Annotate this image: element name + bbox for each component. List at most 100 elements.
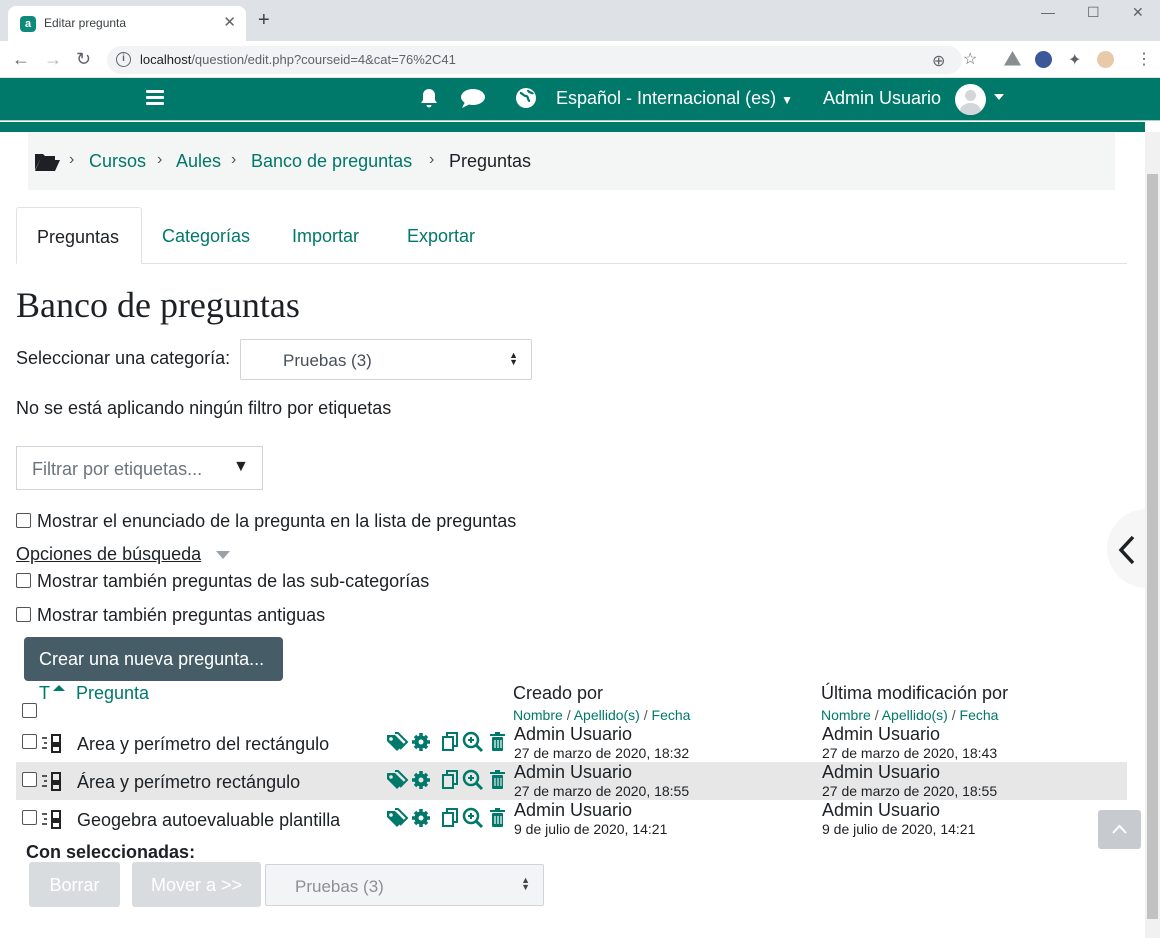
row-checkbox[interactable] (22, 734, 37, 749)
delete-trash-icon[interactable] (490, 732, 505, 751)
drive-extension-icon[interactable] (1004, 51, 1021, 66)
move-target-value: Pruebas (3) (295, 877, 384, 896)
duplicate-icon[interactable] (442, 808, 458, 827)
no-tag-filter-text: No se está aplicando ningún filtro por e… (16, 398, 392, 418)
separator: / (566, 707, 571, 723)
back-icon[interactable]: ← (12, 49, 30, 69)
forward-icon[interactable]: → (44, 49, 62, 69)
row-action-icons (387, 731, 505, 753)
minimize-icon[interactable]: — (1041, 4, 1055, 20)
page-scrollbar[interactable] (1145, 132, 1160, 938)
show-subcategories-checkbox[interactable] (16, 573, 31, 588)
user-menu-caret-icon[interactable] (994, 94, 1004, 100)
user-avatar[interactable] (955, 84, 986, 115)
expand-caret-icon[interactable] (216, 551, 230, 559)
sort-created-firstname[interactable]: Nombre (513, 707, 563, 723)
created-by-header: Creado por (513, 683, 604, 703)
sort-modified-firstname[interactable]: Nombre (821, 707, 871, 723)
show-question-text-checkbox[interactable] (16, 513, 31, 528)
language-globe-icon[interactable] (515, 87, 537, 115)
tab-exportar[interactable]: Exportar (387, 207, 495, 264)
close-tab-icon[interactable]: ✕ (223, 13, 236, 31)
sort-created-lastname[interactable]: Apellido(s) (574, 707, 640, 723)
question-name: Geogebra autoevaluable plantilla (77, 810, 341, 830)
delete-selected-button[interactable]: Borrar (29, 862, 120, 907)
maximize-icon[interactable]: ☐ (1087, 4, 1100, 21)
edit-gear-icon[interactable] (412, 771, 430, 789)
preview-zoom-icon[interactable] (462, 807, 484, 829)
menu-hamburger-icon[interactable] (146, 90, 164, 106)
extension-icon[interactable] (1035, 51, 1052, 68)
select-all-checkbox[interactable] (22, 703, 37, 718)
row-checkbox[interactable] (22, 772, 37, 787)
sort-type-header[interactable]: T (39, 683, 50, 704)
delete-trash-icon[interactable] (490, 808, 505, 827)
create-question-button[interactable]: Crear una nueva pregunta... (24, 637, 283, 681)
tab-preguntas[interactable]: Preguntas (16, 207, 142, 264)
sort-modified-date[interactable]: Fecha (960, 707, 999, 723)
folder-open-icon (34, 152, 60, 177)
scrollbar-thumb[interactable] (1147, 174, 1158, 919)
extensions-puzzle-icon[interactable]: ✦ (1068, 50, 1081, 70)
preview-zoom-icon[interactable] (462, 769, 484, 791)
profile-avatar-icon[interactable] (1097, 51, 1114, 68)
tags-icon[interactable] (387, 732, 409, 751)
edit-gear-icon[interactable] (412, 809, 430, 827)
created-by-name: Admin Usuario (514, 762, 633, 782)
browser-menu-icon[interactable]: ⋮ (1136, 49, 1152, 69)
tags-icon[interactable] (387, 808, 409, 827)
modified-by-name: Admin Usuario (822, 800, 941, 820)
tag-filter-input[interactable]: Filtrar por etiquetas... ▼ (16, 446, 263, 490)
close-window-icon[interactable]: ✕ (1132, 4, 1144, 21)
breadcrumb-separator-icon: › (429, 151, 435, 168)
row-checkbox[interactable] (22, 810, 37, 825)
sort-modified-lastname[interactable]: Apellido(s) (882, 707, 948, 723)
breadcrumb-item-banco[interactable]: Banco de preguntas (251, 151, 412, 172)
created-sort-links: Nombre / Apellido(s) / Fecha (513, 707, 690, 723)
table-row: Area y perímetro del rectángulo Admin Us… (16, 724, 1127, 762)
move-to-button[interactable]: Mover a >> (132, 862, 261, 907)
url-text: localhost/question/edit.php?courseid=4&c… (140, 52, 456, 67)
breadcrumb: › Cursos › Aules › Banco de preguntas › … (28, 132, 1115, 190)
question-type-icon (42, 772, 61, 791)
modified-date: 9 de julio de 2020, 14:21 (822, 821, 976, 837)
language-menu[interactable]: Español - Internacional (es) ▼ (556, 88, 793, 109)
reload-icon[interactable]: ↻ (76, 49, 91, 69)
show-question-text-label: Mostrar el enunciado de la pregunta en l… (37, 511, 517, 531)
question-name: Área y perímetro rectángulo (77, 772, 301, 792)
tags-icon[interactable] (387, 770, 409, 789)
search-options-link[interactable]: Opciones de búsqueda (16, 544, 201, 565)
duplicate-icon[interactable] (442, 770, 458, 789)
show-old-questions-checkbox[interactable] (16, 607, 31, 622)
category-label: Seleccionar una categoría: (16, 348, 231, 368)
question-type-icon (42, 810, 61, 829)
sort-created-date[interactable]: Fecha (652, 707, 691, 723)
messages-chat-icon[interactable] (460, 87, 486, 115)
breadcrumb-item-preguntas: Preguntas (449, 151, 532, 171)
moodle-favicon-icon: a (20, 16, 36, 32)
preview-zoom-icon[interactable] (462, 731, 484, 753)
back-to-top-button[interactable] (1098, 810, 1141, 849)
edit-gear-icon[interactable] (412, 733, 430, 751)
category-select[interactable]: Pruebas (3) ▲ ▼ (240, 339, 532, 380)
browser-tab[interactable]: a Editar pregunta ✕ (8, 6, 246, 41)
modified-date: 27 de marzo de 2020, 18:55 (822, 783, 998, 799)
browser-tab-title: Editar pregunta (44, 16, 127, 30)
new-tab-button[interactable]: + (258, 10, 270, 30)
address-bar[interactable]: i localhost/question/edit.php?courseid=4… (107, 46, 962, 74)
duplicate-icon[interactable] (442, 732, 458, 751)
breadcrumb-item-aules[interactable]: Aules (176, 151, 221, 172)
tab-categorias[interactable]: Categorías (142, 207, 270, 264)
bookmark-star-icon[interactable]: ☆ (963, 49, 977, 69)
tab-importar[interactable]: Importar (272, 207, 379, 264)
sort-question-header[interactable]: Pregunta (76, 683, 149, 704)
move-target-select[interactable]: Pruebas (3) ▲ ▼ (265, 864, 544, 906)
site-info-icon[interactable]: i (116, 52, 131, 67)
breadcrumb-item-cursos[interactable]: Cursos (89, 151, 146, 172)
zoom-icon[interactable]: ⊕ (932, 51, 945, 71)
row-action-icons (387, 807, 505, 829)
delete-trash-icon[interactable] (490, 770, 505, 789)
user-name[interactable]: Admin Usuario (823, 88, 941, 109)
dropdown-arrow-icon[interactable]: ▼ (233, 458, 249, 476)
notifications-bell-icon[interactable] (418, 87, 440, 115)
